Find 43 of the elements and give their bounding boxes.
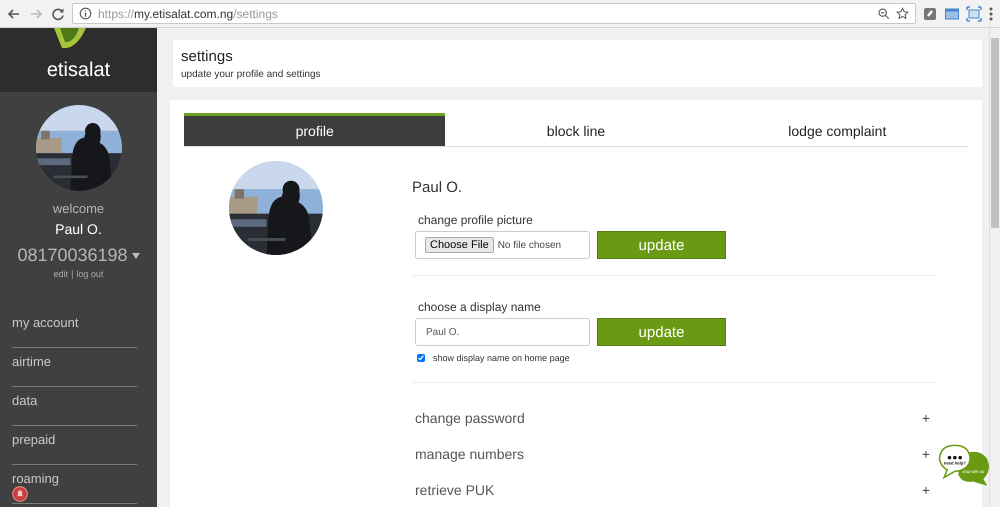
phone-number: 08170036198 [17, 245, 128, 266]
screenshot-icon[interactable] [966, 6, 982, 22]
logout-link[interactable]: log out [76, 269, 104, 279]
caret-icon[interactable] [132, 252, 140, 258]
scrollbar[interactable] [989, 28, 1000, 507]
accordion-title[interactable]: retrieve PUK [415, 482, 494, 498]
info-icon[interactable] [79, 7, 92, 20]
sidebar-item[interactable]: airtime [12, 354, 52, 369]
display-name-field[interactable]: Paul O. [415, 318, 590, 346]
profile-name: Paul O. [412, 179, 464, 196]
choose-file-button[interactable]: Choose File [425, 237, 494, 253]
sidebar-item[interactable]: my account [12, 315, 78, 330]
menu-icon[interactable] [988, 6, 994, 22]
star-icon[interactable] [896, 7, 909, 20]
welcome-text: welcome [52, 201, 106, 216]
file-status: No file chosen [498, 240, 562, 250]
sidebar-item[interactable]: data [12, 393, 38, 408]
expand-toggle[interactable]: + [922, 410, 930, 426]
page-title: settings [181, 48, 234, 65]
field-label: choose a display name [418, 300, 542, 314]
logo-text: etisalat [46, 59, 110, 82]
extension-icon[interactable] [922, 6, 938, 22]
expand-toggle[interactable]: + [922, 446, 930, 462]
address-bar[interactable]: https://my.etisalat.com.ng/settings [72, 3, 916, 24]
page-subtitle: update your profile and settings [181, 69, 322, 80]
file-input[interactable]: Choose File No file chosen [415, 231, 590, 259]
reload-icon[interactable] [50, 6, 66, 22]
field-label: change profile picture [418, 213, 534, 227]
url-text: https://my.etisalat.com.ng/settings [98, 6, 279, 20]
checkbox-label: show display name on home page [433, 353, 570, 363]
edit-link[interactable]: edit [54, 269, 68, 279]
zoom-icon[interactable] [877, 7, 890, 20]
separator-text: | [71, 269, 74, 279]
bell-icon[interactable] [12, 486, 28, 502]
window-icon[interactable] [944, 6, 960, 22]
sidebar-item[interactable]: prepaid [12, 432, 56, 447]
tab[interactable]: profile [184, 113, 446, 146]
accordion-title[interactable]: manage numbers [415, 446, 524, 462]
expand-toggle[interactable]: + [922, 482, 930, 498]
checkbox[interactable] [417, 354, 425, 362]
sidebar-item[interactable]: roaming [12, 471, 59, 486]
user-name: Paul O. [54, 221, 103, 237]
accordion-title[interactable]: change password [415, 410, 525, 426]
